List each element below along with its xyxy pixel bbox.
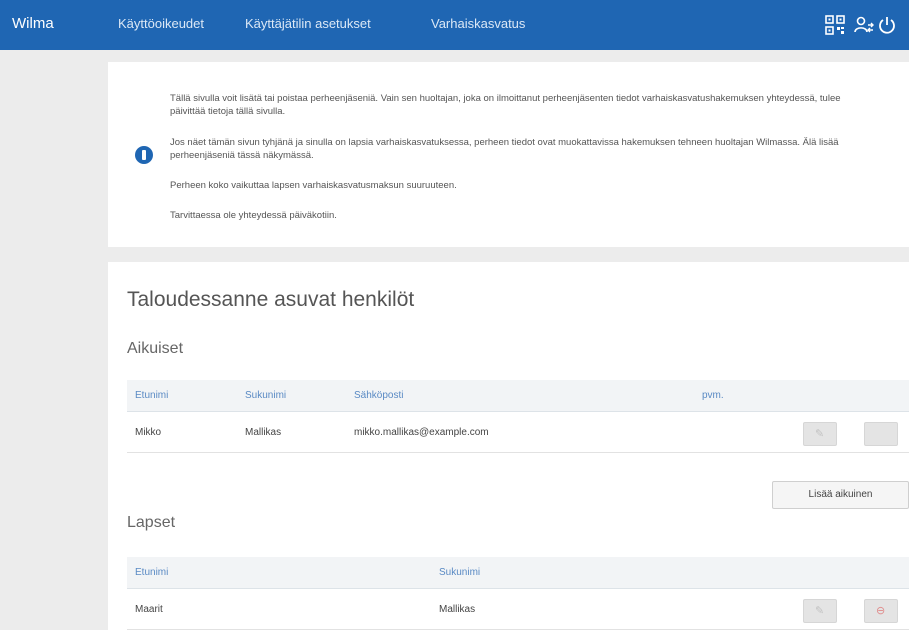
adult-email: mikko.mallikas@example.com xyxy=(354,427,489,438)
child-last-name: Mallikas xyxy=(439,604,476,615)
left-sidebar-area xyxy=(0,50,100,630)
column-header-etunimi[interactable]: Etunimi xyxy=(135,567,168,578)
info-panel: Tällä sivulla voit lisätä tai poistaa pe… xyxy=(108,62,909,247)
adult-last-name: Mallikas xyxy=(245,427,282,438)
pencil-icon: ✎ xyxy=(815,428,825,440)
edit-adult-button[interactable]: ✎ xyxy=(803,422,837,446)
household-panel: Taloudessanne asuvat henkilöt Aikuiset E… xyxy=(108,262,909,630)
child-first-name: Maarit xyxy=(135,604,163,615)
column-header-etunimi[interactable]: Etunimi xyxy=(135,390,168,401)
nav-varhaiskasvatus[interactable]: Varhaiskasvatus xyxy=(431,16,525,31)
column-header-sukunimi[interactable]: Sukunimi xyxy=(439,567,480,578)
adults-table-header: Etunimi Sukunimi Sähköposti pvm. xyxy=(127,380,909,412)
user-switch-icon[interactable] xyxy=(853,14,875,36)
add-adult-button[interactable]: Lisää aikuinen xyxy=(772,481,909,509)
adult-first-name: Mikko xyxy=(135,427,162,438)
children-table-header: Etunimi Sukunimi xyxy=(127,557,909,589)
qr-code-icon[interactable] xyxy=(824,14,846,36)
adults-heading: Aikuiset xyxy=(127,340,184,357)
nav-kayttajatilin-asetukset[interactable]: Käyttäjätilin asetukset xyxy=(245,16,371,31)
column-header-pvm[interactable]: pvm. xyxy=(702,390,724,401)
delete-icon: ⊖ xyxy=(876,605,886,617)
info-paragraph-2: Jos näet tämän sivun tyhjänä ja sinulla … xyxy=(170,137,839,161)
top-navigation-bar: Wilma Käyttöoikeudet Käyttäjätilin asetu… xyxy=(0,0,909,50)
page-title: Taloudessanne asuvat henkilöt xyxy=(127,288,415,311)
column-header-sahkoposti[interactable]: Sähköposti xyxy=(354,390,403,401)
info-paragraph-3: Perheen koko vaikuttaa lapsen varhaiskas… xyxy=(170,180,457,191)
delete-child-button[interactable]: ⊖ xyxy=(864,599,898,623)
pencil-icon: ✎ xyxy=(815,605,825,617)
table-row: Mikko Mallikas mikko.mallikas@example.co… xyxy=(127,413,909,453)
nav-kayttooikeudet[interactable]: Käyttöoikeudet xyxy=(118,16,204,31)
info-icon xyxy=(135,146,153,164)
info-paragraph-4: Tarvittaessa ole yhteydessä päiväkotiin. xyxy=(170,210,337,221)
children-heading: Lapset xyxy=(127,514,176,531)
edit-child-button[interactable]: ✎ xyxy=(803,599,837,623)
info-paragraph-1: Tällä sivulla voit lisätä tai poistaa pe… xyxy=(170,93,841,117)
table-row: Maarit Mallikas ✎ ⊖ xyxy=(127,590,909,630)
remove-adult-button[interactable] xyxy=(864,422,898,446)
column-header-sukunimi[interactable]: Sukunimi xyxy=(245,390,286,401)
app-logo[interactable]: Wilma xyxy=(12,15,54,32)
power-icon[interactable] xyxy=(876,14,898,36)
